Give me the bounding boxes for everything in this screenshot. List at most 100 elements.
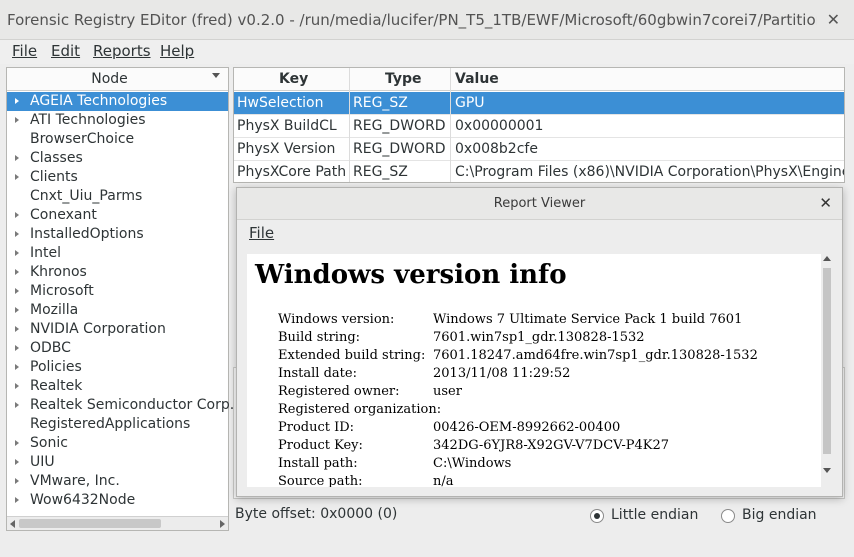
expand-arrow-icon[interactable]: [15, 98, 19, 104]
expand-arrow-icon[interactable]: [15, 402, 19, 408]
node-tree[interactable]: Node AGEIA Technologies ATI Technologies B…: [6, 67, 234, 531]
expand-arrow-icon[interactable]: [15, 345, 19, 351]
tree-node[interactable]: ATI Technologies: [7, 111, 228, 130]
expand-arrow-icon[interactable]: [15, 155, 19, 161]
tree-node[interactable]: AGEIA Technologies: [7, 92, 228, 111]
table-row[interactable]: HwSelection REG_SZ GPU: [234, 92, 844, 115]
expand-arrow-icon[interactable]: [15, 231, 19, 237]
window-close-icon[interactable]: ✕: [827, 10, 840, 29]
tree-node[interactable]: Intel: [7, 244, 228, 263]
tree-node[interactable]: VMware, Inc.: [7, 472, 228, 491]
report-vertical-scrollbar[interactable]: [821, 254, 833, 487]
little-endian-label[interactable]: Little endian: [611, 507, 698, 523]
tree-node[interactable]: ODBC: [7, 339, 228, 358]
tree-node[interactable]: Sonic: [7, 434, 228, 453]
tree-node[interactable]: InstalledOptions: [7, 225, 228, 244]
tree-node[interactable]: BrowserChoice: [7, 130, 228, 149]
menu-file[interactable]: File: [12, 42, 37, 60]
expand-arrow-icon[interactable]: [15, 117, 19, 123]
expand-arrow-icon[interactable]: [15, 250, 19, 256]
tree-node[interactable]: Realtek: [7, 377, 228, 396]
column-value[interactable]: Value: [455, 71, 499, 87]
cell-key: PhysXCore Path: [237, 164, 347, 180]
scrollbar-thumb[interactable]: [19, 519, 161, 528]
cell-type: REG_DWORD: [353, 141, 446, 157]
expand-arrow-icon[interactable]: [15, 497, 19, 503]
expand-arrow-icon[interactable]: [15, 383, 19, 389]
table-row[interactable]: PhysX BuildCL REG_DWORD 0x00000001: [234, 115, 844, 138]
tree-node[interactable]: Wow6432Node: [7, 491, 228, 510]
menu-reports[interactable]: Reports: [93, 42, 151, 60]
tree-node-label: Realtek: [30, 378, 83, 394]
report-value: 7601.win7sp1_gdr.130828-1532: [433, 330, 645, 345]
table-row[interactable]: PhysXCore Path REG_SZ C:\Program Files (x8…: [234, 161, 845, 182]
expand-arrow-icon[interactable]: [15, 174, 19, 180]
node-tree-header[interactable]: Node: [7, 68, 228, 91]
report-heading: Windows version info: [255, 260, 567, 290]
tree-node-label: UIU: [30, 454, 55, 470]
table-row[interactable]: PhysX Version REG_DWORD 0x008b2cfe: [234, 138, 844, 161]
tree-node[interactable]: Mozilla: [7, 301, 228, 320]
scroll-down-icon[interactable]: [823, 468, 831, 473]
report-value: 7601.18247.amd64fre.win7sp1_gdr.130828-1…: [433, 348, 758, 363]
menu-edit[interactable]: Edit: [51, 42, 80, 60]
sort-down-icon[interactable]: [212, 73, 220, 78]
scroll-right-icon[interactable]: [220, 520, 225, 528]
cell-type: REG_DWORD: [353, 118, 446, 134]
menu-help[interactable]: Help: [160, 42, 194, 60]
tree-node-label: Intel: [30, 245, 61, 261]
tree-node[interactable]: RegisteredApplications: [7, 415, 228, 434]
big-endian-radio[interactable]: [721, 509, 735, 523]
cell-key: HwSelection: [237, 95, 324, 111]
column-key[interactable]: Key: [279, 71, 308, 87]
expand-arrow-icon[interactable]: [15, 269, 19, 275]
tree-node[interactable]: UIU: [7, 453, 228, 472]
report-viewer-title: Report Viewer: [493, 196, 586, 211]
expand-arrow-icon[interactable]: [15, 326, 19, 332]
cell-value: 0x008b2cfe: [455, 141, 538, 157]
little-endian-radio[interactable]: [590, 509, 604, 523]
report-key: Product ID:: [278, 420, 355, 435]
expand-arrow-icon[interactable]: [15, 212, 19, 218]
tree-node[interactable]: Realtek Semiconductor Corp.: [7, 396, 234, 415]
node-tree-list: AGEIA Technologies ATI Technologies Browse…: [7, 92, 234, 510]
tree-node-label: RegisteredApplications: [30, 416, 191, 432]
tree-node[interactable]: Classes: [7, 149, 228, 168]
column-divider: [349, 68, 350, 182]
scrollbar-thumb[interactable]: [823, 268, 831, 454]
tree-node[interactable]: Policies: [7, 358, 228, 377]
tree-node-label: Cnxt_Uiu_Parms: [30, 188, 143, 204]
scroll-left-icon[interactable]: [10, 520, 15, 528]
menu-help-label: Help: [160, 42, 195, 60]
tree-node[interactable]: Conexant: [7, 206, 228, 225]
report-viewer-close-icon[interactable]: ✕: [819, 194, 832, 212]
tree-node-label: Khronos: [30, 264, 87, 280]
report-viewer-menu-file[interactable]: File: [249, 224, 274, 242]
tree-node[interactable]: Cnxt_Uiu_Parms: [7, 187, 228, 206]
tree-node[interactable]: Khronos: [7, 263, 228, 282]
byte-offset-label: Byte offset: 0x0000 (0): [235, 506, 398, 522]
tree-node-label: Realtek Semiconductor Corp.: [30, 397, 235, 413]
expand-arrow-icon[interactable]: [15, 288, 19, 294]
column-type[interactable]: Type: [385, 71, 422, 87]
expand-arrow-icon[interactable]: [15, 364, 19, 370]
values-table[interactable]: Key Type Value HwSelection REG_SZ GPU PhysX…: [233, 67, 845, 183]
cell-key: PhysX BuildCL: [237, 118, 337, 134]
report-key: Install date:: [278, 366, 357, 381]
tree-node[interactable]: Clients: [7, 168, 228, 187]
menubar: File Edit Reports Help: [0, 40, 854, 64]
big-endian-label[interactable]: Big endian: [742, 507, 817, 523]
tree-node[interactable]: NVIDIA Corporation: [7, 320, 228, 339]
report-key: Product Key:: [278, 438, 363, 453]
expand-arrow-icon[interactable]: [15, 440, 19, 446]
report-value: Windows 7 Ultimate Service Pack 1 build …: [433, 312, 743, 327]
expand-arrow-icon[interactable]: [15, 478, 19, 484]
cell-value: C:\Program Files (x86)\NVIDIA Corporatio…: [455, 164, 845, 180]
expand-arrow-icon[interactable]: [15, 459, 19, 465]
node-header-label: Node: [91, 71, 128, 87]
scroll-up-icon[interactable]: [823, 256, 831, 261]
tree-node[interactable]: Microsoft: [7, 282, 228, 301]
tree-horizontal-scrollbar[interactable]: [7, 516, 228, 530]
report-key: Registered owner:: [278, 384, 400, 399]
expand-arrow-icon[interactable]: [15, 307, 19, 313]
